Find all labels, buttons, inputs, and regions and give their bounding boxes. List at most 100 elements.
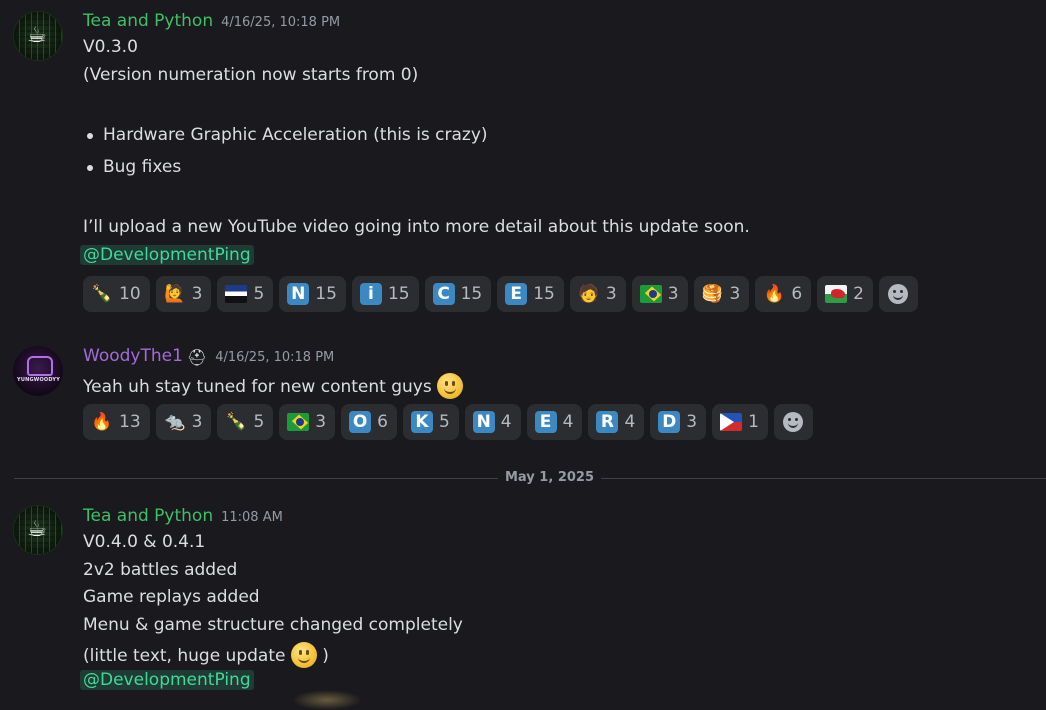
add-reaction-button[interactable] [773, 404, 813, 440]
flag-philippines-icon [720, 413, 743, 431]
slight-smile-emoji-icon [290, 642, 317, 668]
message-text: Yeah uh stay tuned for new content guys [83, 373, 464, 399]
bullet-icon [87, 165, 93, 171]
reaction[interactable]: 2 [817, 276, 873, 312]
avatar-tea-and-python[interactable]: ☕ [13, 505, 63, 555]
slight-smile-emoji-icon [437, 373, 464, 399]
tea-cup-icon: ☕ [27, 23, 47, 48]
bullet-icon [87, 133, 93, 139]
letter-k-icon: K [410, 411, 433, 433]
message-header: Tea and Python 4/16/25, 10:18 PM [83, 11, 340, 33]
letter-o-icon: O [349, 411, 372, 433]
reaction[interactable]: 🧑 3 [569, 276, 626, 312]
reaction-count: 4 [500, 412, 512, 432]
bullet-item: Hardware Graphic Acceleration (this is c… [103, 125, 488, 145]
reaction-bar: 🔥 13 🐀 3 🍾 5 3 O 6 K 5 N 4 E 4 R 4 D 3 1 [83, 404, 813, 440]
message-text: (Version numeration now starts from 0) [83, 65, 419, 85]
tea-cup-icon: ☕ [27, 517, 47, 542]
face-emoji-icon: 🧑 [578, 284, 600, 304]
reaction[interactable]: D 3 [650, 404, 707, 440]
reaction-count: 10 [119, 284, 141, 304]
letter-e-icon: E [505, 283, 528, 305]
reaction-count: 15 [387, 284, 410, 304]
reaction[interactable]: N 4 [464, 404, 521, 440]
reaction[interactable]: E 4 [526, 404, 583, 440]
avatar-woodythe1[interactable]: YUNGWOODYY [13, 346, 63, 396]
person-icon: 🙋 [164, 284, 186, 304]
reaction-count: 5 [253, 284, 265, 304]
author-name[interactable]: Tea and Python [83, 11, 213, 31]
logo-icon [27, 356, 53, 376]
rat-icon: 🐀 [164, 412, 186, 432]
letter-n-icon: N [472, 411, 495, 433]
reaction[interactable]: C 15 [424, 276, 492, 312]
avatar-tea-and-python[interactable]: ☕ [13, 11, 63, 61]
message-text: Game replays added [83, 587, 260, 607]
military-helmet-icon: ⛑ [186, 348, 208, 367]
reaction-bar: 🍾 10 🙋 3 5 N 15 i 15 C 15 E 15 🧑 3 3 🥞 3… [83, 276, 918, 312]
message-text: I’ll upload a new YouTube video going in… [83, 217, 750, 237]
reaction[interactable]: 5 [217, 276, 274, 312]
reaction[interactable]: 3 [631, 276, 688, 312]
reaction-count: 4 [562, 412, 574, 432]
reaction-count: 15 [315, 284, 337, 304]
embed-glow [292, 690, 362, 710]
reaction-count: 2 [853, 284, 864, 304]
reaction-count: 3 [315, 412, 327, 432]
message-header: WoodyThe1 ⛑ 4/16/25, 10:18 PM [83, 346, 334, 368]
pancakes-icon: 🥞 [701, 284, 724, 304]
message-text: 2v2 battles added [83, 560, 238, 580]
reaction[interactable]: 🥞 3 [693, 276, 750, 312]
reaction[interactable]: 🔥 13 [83, 404, 150, 440]
flag-brazil-icon [639, 285, 662, 303]
reaction-count: 3 [191, 284, 203, 304]
reaction[interactable]: E 15 [497, 276, 564, 312]
letter-e-icon: E [534, 411, 557, 433]
add-reaction-icon [782, 412, 803, 432]
reaction-count: 1 [748, 412, 759, 432]
message-text: (little text, huge update ) [83, 642, 329, 668]
reaction-count: 3 [605, 284, 617, 304]
bottle-icon: 🍾 [225, 412, 248, 432]
fire-icon: 🔥 [91, 412, 113, 432]
reaction[interactable]: N 15 [279, 276, 346, 312]
reaction[interactable]: K 5 [402, 404, 459, 440]
add-reaction-button[interactable] [879, 276, 918, 312]
author-name[interactable]: Tea and Python [83, 506, 213, 526]
reaction[interactable]: 🍾 5 [217, 404, 274, 440]
reaction-count: 5 [253, 412, 265, 432]
reaction[interactable]: 🍾 10 [83, 276, 150, 312]
reaction[interactable]: 🔥 6 [755, 276, 812, 312]
letter-i-icon: i [359, 283, 382, 305]
reaction-count: 3 [191, 412, 203, 432]
timestamp[interactable]: 4/16/25, 10:18 PM [215, 350, 334, 365]
reaction[interactable]: O 6 [341, 404, 397, 440]
reaction[interactable]: 🙋 3 [155, 276, 212, 312]
letter-d-icon: D [658, 411, 681, 433]
date-divider: May 1, 2025 [498, 470, 602, 485]
reaction-count: 3 [729, 284, 741, 304]
reaction-count: 5 [438, 412, 450, 432]
reaction[interactable]: 3 [279, 404, 336, 440]
reaction[interactable]: R 4 [588, 404, 645, 440]
reaction[interactable]: 🐀 3 [155, 404, 212, 440]
flag-estonia-icon [225, 285, 248, 303]
message-header: Tea and Python 11:08 AM [83, 506, 283, 528]
reaction[interactable]: i 15 [351, 276, 419, 312]
message-text: Menu & game structure changed completely [83, 615, 463, 635]
timestamp[interactable]: 4/16/25, 10:18 PM [221, 15, 340, 30]
role-mention[interactable]: @DevelopmentPing [80, 670, 254, 690]
avatar-text: YUNGWOODYY [17, 377, 61, 383]
reaction[interactable]: 1 [712, 404, 768, 440]
timestamp[interactable]: 11:08 AM [221, 510, 283, 525]
author-name[interactable]: WoodyThe1 [83, 346, 183, 366]
letter-n-icon: N [287, 283, 310, 305]
role-mention[interactable]: @DevelopmentPing [80, 245, 254, 265]
bottle-icon: 🍾 [91, 284, 113, 304]
reaction-count: 3 [667, 284, 679, 304]
letter-r-icon: R [596, 411, 619, 433]
message-text: V0.3.0 [83, 37, 138, 57]
add-reaction-icon [888, 284, 908, 304]
reaction-count: 3 [686, 412, 698, 432]
bullet-item: Bug fixes [103, 157, 182, 177]
